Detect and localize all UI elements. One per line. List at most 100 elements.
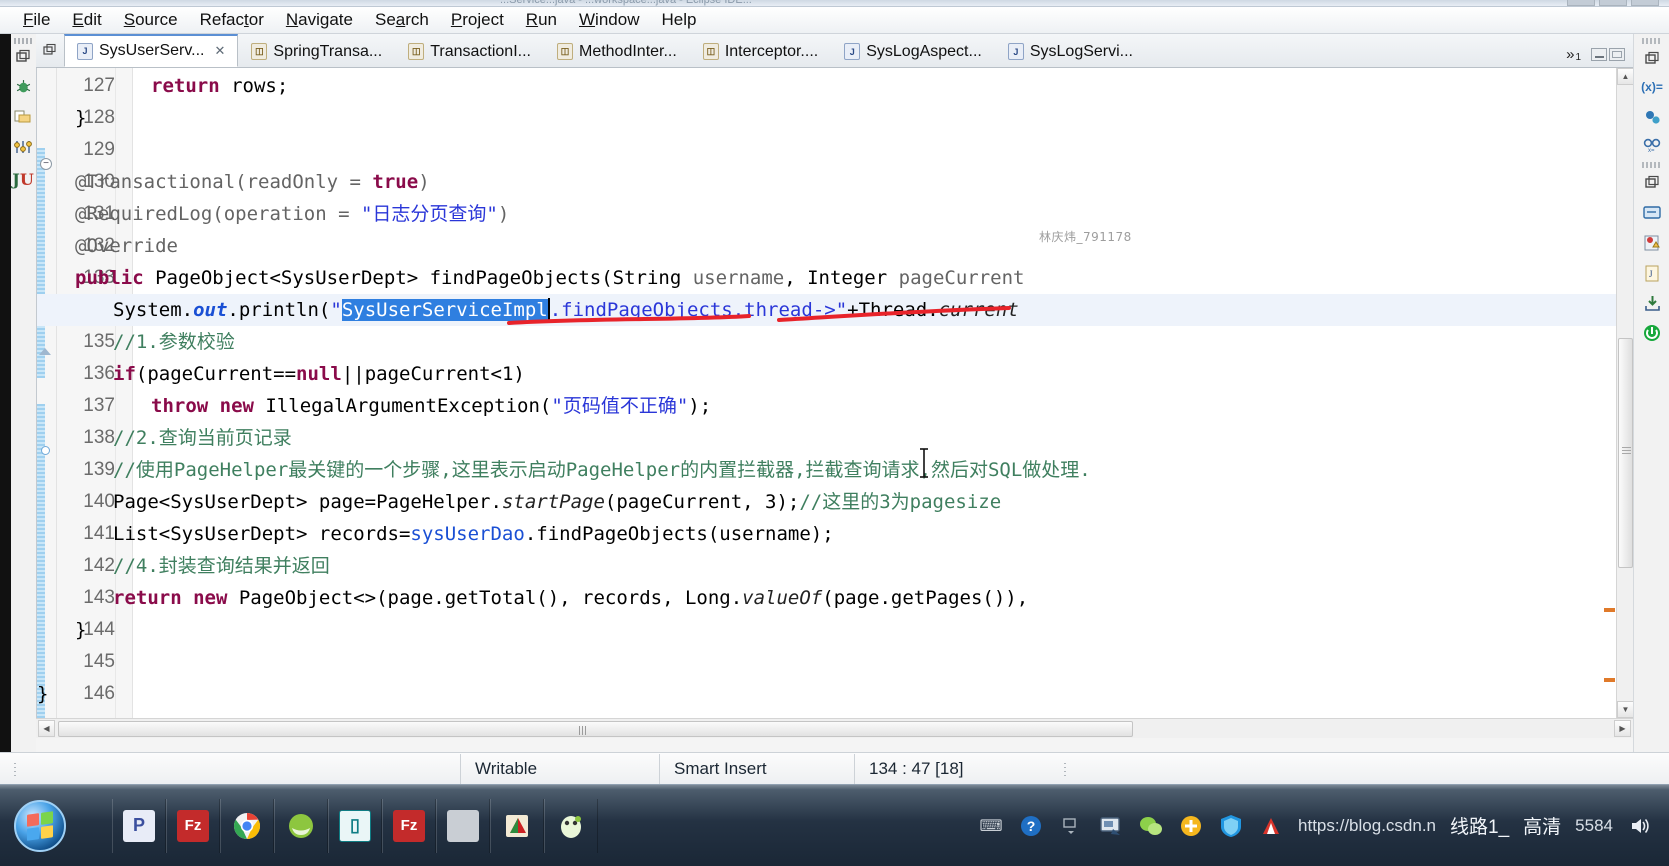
error-log-icon[interactable] bbox=[1641, 232, 1663, 254]
menu-window[interactable]: Window bbox=[568, 9, 650, 31]
code-line[interactable]: return new PageObject<>(page.getTotal(),… bbox=[113, 582, 1028, 614]
restore-view-icon[interactable] bbox=[1641, 48, 1663, 70]
debug-bug-icon[interactable] bbox=[12, 76, 34, 98]
menu-edit[interactable]: Edit bbox=[61, 9, 112, 31]
code-line[interactable]: //使用PageHelper最关键的一个步骤,这里表示启动PageHelper的… bbox=[113, 454, 1091, 486]
editor-window-controls[interactable] bbox=[1587, 48, 1633, 67]
code-editor[interactable]: 1271281291301311321331341351361371381391… bbox=[36, 68, 1633, 718]
code-line[interactable]: return rows; bbox=[151, 70, 288, 102]
menu-refactor[interactable]: Refactor bbox=[189, 9, 275, 31]
code-line[interactable]: } bbox=[37, 678, 48, 710]
tencent-shield-icon[interactable] bbox=[1218, 813, 1244, 839]
taskbar-item-qq[interactable] bbox=[544, 798, 598, 853]
code-line[interactable]: Page<SysUserDept> page=PageHelper.startP… bbox=[113, 486, 1001, 518]
restore-view-icon[interactable] bbox=[12, 46, 34, 68]
console-icon[interactable] bbox=[1641, 202, 1663, 224]
restore-view-icon-2[interactable] bbox=[1641, 172, 1663, 194]
taskbar-item-filezilla[interactable]: Fz bbox=[166, 798, 220, 853]
vscroll-thumb[interactable] bbox=[1618, 338, 1633, 568]
sogou-input-icon[interactable] bbox=[1258, 813, 1284, 839]
code-token: if bbox=[113, 363, 136, 385]
code-line[interactable]: //2.查询当前页记录 bbox=[113, 422, 292, 454]
outline-filter-icon[interactable] bbox=[12, 136, 34, 158]
tab-syslogservice[interactable]: J SysLogServi... bbox=[995, 36, 1146, 67]
window-controls[interactable] bbox=[1567, 0, 1659, 6]
volume-icon[interactable] bbox=[1627, 813, 1653, 839]
code-line[interactable]: throw new IllegalArgumentException("页码值不… bbox=[151, 390, 711, 422]
network-monitor-icon[interactable] bbox=[1098, 813, 1124, 839]
maximize-editor-icon[interactable] bbox=[1609, 48, 1625, 61]
taskbar-item-powerdesigner[interactable]: P bbox=[112, 798, 166, 853]
code-line[interactable]: //1.参数校验 bbox=[113, 326, 235, 358]
editor-area: J SysUserServ... ✕ ◫ SpringTransa... ◫ T… bbox=[36, 34, 1633, 752]
menu-run[interactable]: Run bbox=[515, 9, 568, 31]
junit-icon[interactable]: JU bbox=[12, 168, 34, 190]
toolbar-drag-handle-right[interactable] bbox=[1642, 38, 1660, 44]
code-line[interactable]: @RequiredLog(operation = "日志分页查询") bbox=[75, 198, 509, 230]
editor-view-menu-icon[interactable] bbox=[36, 33, 64, 67]
right-view-toolbar: (x)= x= J bbox=[1633, 34, 1669, 752]
scroll-down-icon[interactable]: ▼ bbox=[1617, 701, 1633, 718]
taskbar-item-editor[interactable]: ▯ bbox=[328, 798, 382, 853]
line-number: 129 bbox=[83, 139, 115, 160]
package-explorer-icon[interactable] bbox=[12, 106, 34, 128]
tab-interceptor[interactable]: ◫ Interceptor.... bbox=[690, 36, 831, 67]
close-icon[interactable] bbox=[1631, 0, 1659, 6]
toolbar-drag-handle-right-2[interactable] bbox=[1642, 162, 1660, 168]
keyboard-icon[interactable]: ⌨ bbox=[978, 813, 1004, 839]
taskbar-item-filezilla-2[interactable]: Fz bbox=[382, 798, 436, 853]
javadoc-icon[interactable]: J bbox=[1641, 262, 1663, 284]
code-token: .findPageObjects.thread->" bbox=[549, 299, 848, 321]
wechat-icon[interactable] bbox=[1138, 813, 1164, 839]
scroll-right-icon[interactable]: ▶ bbox=[1614, 720, 1631, 737]
expressions-icon[interactable]: x= bbox=[1641, 134, 1663, 156]
taskbar-item-eclipse[interactable] bbox=[274, 798, 328, 853]
tab-syslogaspect[interactable]: J SysLogAspect... bbox=[831, 36, 995, 67]
scroll-up-icon[interactable]: ▲ bbox=[1617, 68, 1633, 85]
variables-icon[interactable]: (x)= bbox=[1641, 76, 1663, 98]
code-line[interactable]: } bbox=[75, 102, 86, 134]
taskbar-item-chrome[interactable] bbox=[220, 798, 274, 853]
tab-transactioninterceptor[interactable]: ◫ TransactionI... bbox=[395, 36, 544, 67]
toolbar-drag-handle[interactable] bbox=[14, 38, 32, 44]
editor-vertical-scrollbar[interactable]: ▲ ▼ bbox=[1616, 68, 1633, 718]
maximize-icon[interactable] bbox=[1599, 0, 1627, 6]
server-icon[interactable] bbox=[1641, 322, 1663, 344]
menu-project[interactable]: Project bbox=[440, 9, 515, 31]
tab-springtransaction[interactable]: ◫ SpringTransa... bbox=[238, 36, 395, 67]
install-icon[interactable] bbox=[1641, 292, 1663, 314]
minimize-editor-icon[interactable] bbox=[1591, 48, 1607, 61]
code-line[interactable]: if(pageCurrent==null||pageCurrent<1) bbox=[113, 358, 525, 390]
tab-overflow-chevron[interactable]: » 1 bbox=[1566, 46, 1581, 67]
hscroll-thumb[interactable] bbox=[58, 721, 1133, 737]
start-button[interactable] bbox=[14, 799, 66, 852]
status-writable: Writable bbox=[460, 753, 660, 784]
tab-methodinterceptor[interactable]: ◫ MethodInter... bbox=[544, 36, 690, 67]
plus-icon[interactable] bbox=[1178, 813, 1204, 839]
code-line[interactable]: System.out.println("SysUserServiceImpl .f… bbox=[113, 294, 1019, 326]
minimize-icon[interactable] bbox=[1567, 0, 1595, 6]
show-hidden-icons-icon[interactable] bbox=[1058, 813, 1084, 839]
menu-help[interactable]: Help bbox=[650, 9, 707, 31]
overview-ruler-mark-2[interactable] bbox=[1604, 678, 1615, 682]
taskbar-item-pdf[interactable] bbox=[490, 798, 544, 853]
system-tray: ⌨ ? https://blog.csdn.n 线路1_ 高清 5584 bbox=[978, 812, 1669, 839]
breakpoints-icon[interactable] bbox=[1641, 106, 1663, 128]
tab-sysuserserviceimpl[interactable]: J SysUserServ... ✕ bbox=[64, 34, 239, 67]
editor-horizontal-scrollbar[interactable]: ◀ ▶ bbox=[36, 718, 1633, 738]
menu-source[interactable]: Source bbox=[113, 9, 189, 31]
code-line[interactable]: //4.封装查询结果并返回 bbox=[113, 550, 330, 582]
overview-ruler-mark[interactable] bbox=[1604, 608, 1615, 612]
close-icon[interactable]: ✕ bbox=[215, 43, 226, 59]
code-line[interactable]: @Override bbox=[75, 230, 178, 262]
menu-search[interactable]: Search bbox=[364, 9, 440, 31]
menu-navigate[interactable]: Navigate bbox=[275, 9, 364, 31]
code-line[interactable]: public PageObject<SysUserDept> findPageO… bbox=[75, 262, 1024, 294]
code-line[interactable]: } bbox=[75, 614, 86, 646]
taskbar-item-minimized[interactable] bbox=[436, 798, 490, 853]
menu-file[interactable]: File bbox=[12, 9, 61, 31]
code-line[interactable]: List<SysUserDept> records=sysUserDao.fin… bbox=[113, 518, 834, 550]
code-line[interactable]: @Transactional(readOnly = true) bbox=[75, 166, 430, 198]
scroll-left-icon[interactable]: ◀ bbox=[38, 720, 55, 737]
help-icon[interactable]: ? bbox=[1018, 813, 1044, 839]
